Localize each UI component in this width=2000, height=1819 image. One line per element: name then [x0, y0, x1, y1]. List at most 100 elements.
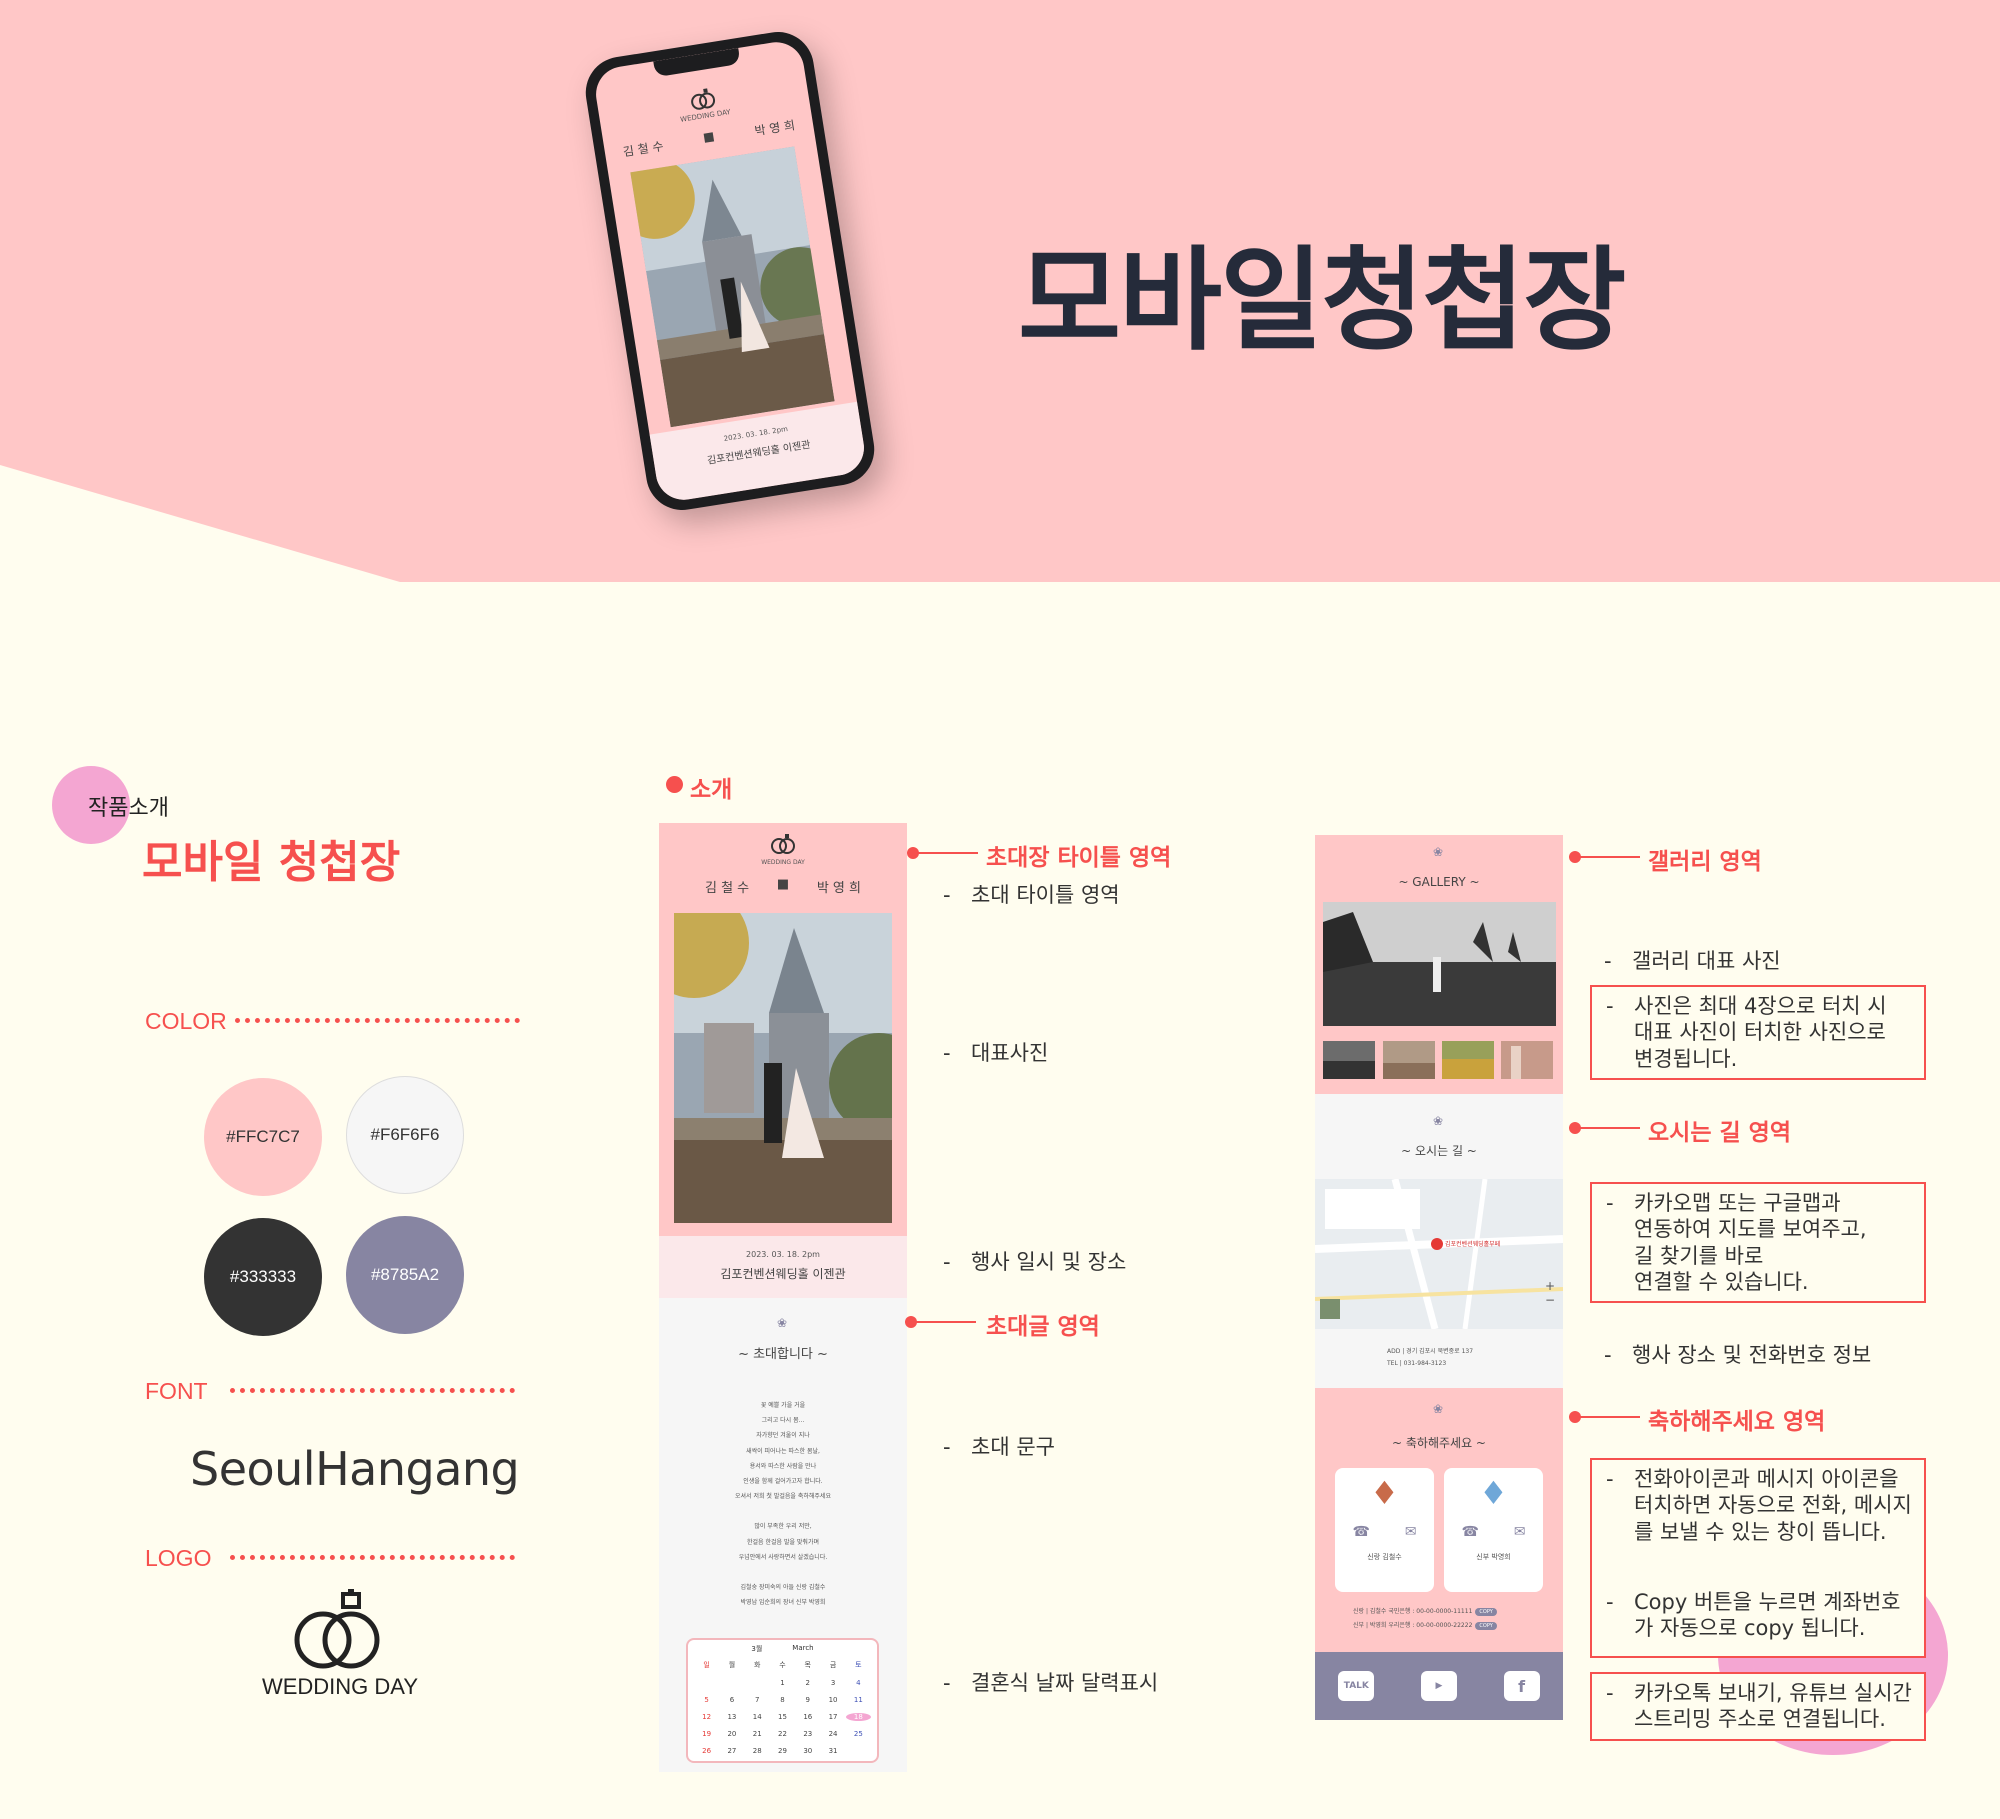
groom-account: 신랑 | 김철수 국민은행 : 00-00-0000-11111 COPY: [1353, 1606, 1497, 1616]
kakaotalk-icon[interactable]: TALK: [1338, 1671, 1375, 1701]
zoom-controls[interactable]: + −: [1545, 1279, 1555, 1307]
note-photo: - 대표사진: [943, 1041, 1049, 1065]
logo-divider: [230, 1555, 515, 1560]
box-line: 사진은 최대 4장으로 터치 시: [1634, 994, 1887, 1018]
invite-line: 많이 부족한 우리 저만,: [754, 1523, 812, 1531]
calendar-grid: 일 월 화 수 목 금 토 1 2 3 4 5 6 7 8 9 10 11 12 13 14 15 16 17 18 19 20 21…: [688, 1654, 877, 1761]
calendar-weekday: 화: [753, 1661, 761, 1669]
calendar-day: 27: [727, 1747, 737, 1755]
note-text: 행사 장소 및 전화번호 정보: [1632, 1343, 1872, 1367]
mock-directions-area: ❀ ~ 오시는 길 ~ 김포컨벤션웨딩홀부페 + − ADD | 경기 김포시 북…: [1315, 1094, 1563, 1388]
section-title: 소개: [690, 777, 733, 803]
message-icon[interactable]: ✉: [1405, 1524, 1417, 1540]
calendar-day: 25: [853, 1730, 863, 1738]
bride-account-text: 신부 | 박영희 우리은행 : 00-00-0000-22222: [1353, 1622, 1473, 1629]
note-text: 결혼식 날짜 달력표시: [971, 1671, 1159, 1695]
note-text: 초대 문구: [971, 1435, 1055, 1459]
bride-card-name: 신부 박영희: [1476, 1553, 1511, 1561]
calendar-day: 12: [702, 1713, 712, 1721]
bride-contact: ☎ ✉: [1444, 1524, 1543, 1540]
calendar-day: 26: [702, 1747, 712, 1755]
gallery-thumb[interactable]: [1383, 1041, 1435, 1079]
box-line: 변경됩니다.: [1634, 1046, 1738, 1071]
calendar-day: 21: [752, 1730, 762, 1738]
logo: WEDDING DAY: [250, 1588, 430, 1700]
calendar-day: 20: [727, 1730, 737, 1738]
callout-line: [1576, 1416, 1640, 1418]
note-invite: - 초대 문구: [943, 1435, 1055, 1459]
box-line: 가 자동으로 copy 됩니다.: [1634, 1616, 1866, 1640]
calendar-day: 5: [704, 1696, 709, 1704]
box-gallery: - 사진은 최대 4장으로 터치 시 대표 사진이 터치한 사진으로 변경됩니다…: [1590, 985, 1926, 1080]
calendar-weekday: 수: [779, 1661, 786, 1669]
logo-text: WEDDING DAY: [261, 1674, 419, 1699]
intro-label: 작품소개: [88, 796, 169, 821]
swatch-light: #F6F6F6: [346, 1076, 464, 1194]
calendar-weekday: 금: [829, 1661, 837, 1669]
dress-icon: ♦: [1479, 1474, 1508, 1512]
message-icon[interactable]: ✉: [1514, 1524, 1526, 1540]
mock-tel: TEL | 031-984-3123: [1387, 1360, 1447, 1367]
calendar-day: 16: [803, 1713, 813, 1721]
facebook-icon[interactable]: f: [1503, 1671, 1540, 1701]
note-text: 대표사진: [971, 1041, 1049, 1065]
sns-bar: TALK ▶ f: [1315, 1652, 1563, 1720]
invite-line: 김철숭 장미숙의 아들 신랑 김철수: [740, 1584, 826, 1592]
calendar-day: 24: [828, 1730, 838, 1738]
map-widget[interactable]: 김포컨벤션웨딩홀부페 + −: [1315, 1178, 1563, 1330]
calendar-day: 22: [778, 1730, 787, 1738]
box-line: 카카오톡 보내기, 유튜브 실시간: [1634, 1681, 1912, 1705]
note-text: 행사 일시 및 장소: [971, 1250, 1127, 1274]
mock-bride-name: 박 영 희: [816, 881, 861, 896]
box-line: 스트리밍 주소로 연결됩니다.: [1634, 1707, 1886, 1732]
phone-icon[interactable]: ☎: [1461, 1524, 1478, 1540]
copy-button[interactable]: COPY: [1475, 1622, 1497, 1630]
youtube-icon[interactable]: ▶: [1420, 1671, 1457, 1701]
phone-notch: [653, 47, 741, 78]
couple-icon: ■: [702, 128, 716, 145]
calendar-weekday: 토: [855, 1661, 862, 1669]
gallery-thumb[interactable]: [1323, 1041, 1375, 1079]
mock-main-photo: [674, 913, 892, 1223]
calendar-day: 11: [853, 1696, 863, 1704]
box-congrats: - 전화아이콘과 메시지 아이콘을 터치하면 자동으로 전화, 메시지 를 보낼…: [1590, 1458, 1926, 1658]
note-gallery: - 갤러리 대표 사진: [1604, 949, 1781, 973]
groom-card-name: 신랑 김철수: [1367, 1553, 1402, 1561]
calendar-day: 30: [803, 1747, 813, 1755]
font-label: FONT: [145, 1378, 208, 1404]
mock-congrats-area: ❀ ~ 축하해주세요 ~ ♦ ☎ ✉ 신랑 김철수 ♦ ☎ ✉ 신부 박영희 신…: [1315, 1388, 1563, 1720]
mock-groom-name: 김 철 수: [705, 881, 750, 896]
gallery-thumb[interactable]: [1442, 1041, 1494, 1079]
color-label: COLOR: [145, 1008, 227, 1034]
invite-line: 용서와 따스한 사람을 만나: [749, 1462, 817, 1470]
mock-logo: WEDDING DAY: [659, 833, 907, 866]
calendar-day: 17: [828, 1713, 838, 1721]
invite-line: 새싹이 피어나는 따스한 봄날,: [746, 1447, 820, 1455]
box-line: 길 찾기를 바로: [1634, 1243, 1764, 1268]
invite-line: 그리고 다시 봄...: [761, 1417, 805, 1425]
box-line: 대표 사진이 터치한 사진으로: [1634, 1020, 1886, 1045]
rings-icon: [691, 88, 716, 110]
invite-line: 한걸음 한걸음 발을 맞춰가며: [747, 1538, 819, 1546]
bride-account: 신부 | 박영희 우리은행 : 00-00-0000-22222 COPY: [1353, 1620, 1497, 1630]
rings-icon: [771, 834, 795, 854]
calendar-weekday: 일: [703, 1661, 710, 1669]
mock-title-area: WEDDING DAY 김 철 수 ■ 박 영 희: [659, 823, 907, 1236]
intro-title: 모바일 청첩장: [142, 837, 401, 888]
copy-button[interactable]: COPY: [1475, 1608, 1497, 1616]
rings-logo-icon: [294, 1589, 380, 1669]
mock-names: 김 철 수 ■ 박 영 희: [705, 877, 861, 896]
mock-calendar: 3월 March 일 월 화 수 목 금 토 1 2 3 4 5 6 7 8 9 10 11 12 13 14 15 16 1…: [686, 1638, 879, 1763]
phone-icon[interactable]: ☎: [1352, 1524, 1369, 1540]
groom-contact: ☎ ✉: [1335, 1524, 1434, 1540]
note-venue: - 행사 장소 및 전화번호 정보: [1604, 1343, 1872, 1367]
calendar-day: [694, 1679, 719, 1687]
calendar-day: [745, 1679, 770, 1687]
invite-line: 우넘안에서 사랑하면서 살겠습니다.: [738, 1553, 828, 1561]
gallery-thumb[interactable]: [1501, 1041, 1553, 1079]
calendar-day: 23: [803, 1730, 813, 1738]
box-line: 전화아이콘과 메시지 아이콘을: [1634, 1467, 1899, 1491]
mock-logo-text: WEDDING DAY: [761, 859, 805, 866]
calendar-day: [846, 1747, 871, 1755]
couple-icon: ■: [776, 877, 790, 892]
